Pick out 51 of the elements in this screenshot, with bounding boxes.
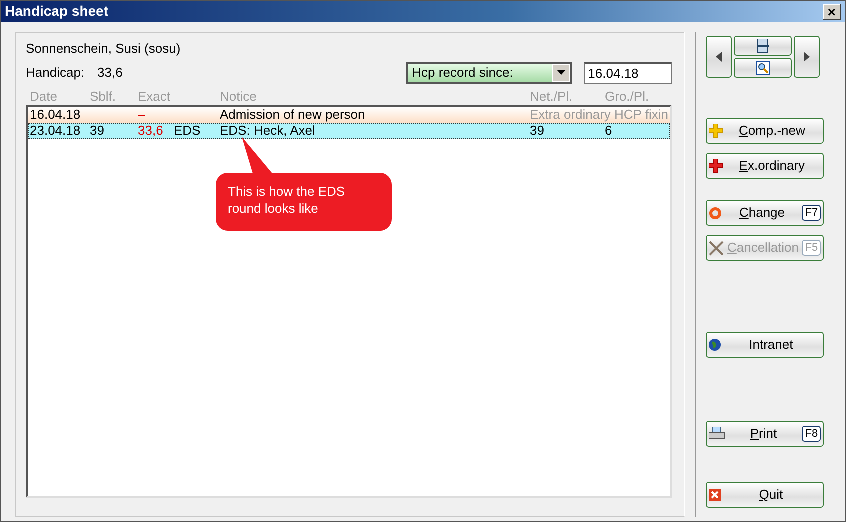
table-cell-text: 23.04.18 bbox=[30, 123, 82, 139]
handicap-value: 33,6 bbox=[98, 64, 123, 82]
column-header: Sblf. bbox=[90, 88, 118, 105]
table-cell-text: 16.04.18 bbox=[30, 107, 82, 123]
printer-icon bbox=[709, 427, 726, 441]
table-cell-text: – bbox=[138, 107, 146, 123]
column-header: Date bbox=[30, 88, 58, 105]
print-record-button[interactable] bbox=[734, 36, 792, 56]
date-field[interactable]: 16.04.18 bbox=[584, 62, 672, 84]
player-name: Sonnenschein, Susi (sosu) bbox=[26, 40, 182, 58]
table-cell-text: 39 bbox=[90, 123, 106, 139]
document-icon bbox=[757, 39, 770, 53]
action-button[interactable]: Intranet bbox=[706, 332, 824, 358]
close-button[interactable]: × bbox=[823, 4, 841, 20]
table-cell-text: EDS: Heck, Axel bbox=[220, 123, 316, 139]
ring-icon bbox=[709, 206, 722, 220]
column-header: Net./Pl. bbox=[530, 88, 574, 105]
close-icon bbox=[709, 489, 722, 501]
action-button[interactable]: Print F8 bbox=[706, 421, 824, 447]
magnifier-icon bbox=[756, 61, 770, 75]
cross-icon bbox=[709, 240, 724, 256]
window-title: Handicap sheet bbox=[5, 2, 108, 21]
column-header: Gro./Pl. bbox=[605, 88, 650, 105]
handicap-label: Handicap: bbox=[26, 64, 85, 82]
action-button[interactable]: Ex.ordinary bbox=[706, 153, 824, 179]
table-cell: Extra ordinary HCP fixin bbox=[530, 107, 668, 123]
shortcut-key: F8 bbox=[802, 426, 822, 442]
table-cell-text: 6 bbox=[605, 123, 614, 139]
left-arrow-icon bbox=[716, 52, 722, 62]
next-button[interactable] bbox=[794, 36, 820, 78]
column-header: Notice bbox=[220, 88, 258, 105]
globe-icon bbox=[709, 339, 722, 351]
filter-dropdown[interactable]: Hcp record since: bbox=[406, 62, 572, 84]
action-button[interactable]: Change F7 bbox=[706, 200, 824, 226]
column-header: Exact bbox=[138, 88, 172, 105]
table-row[interactable]: 16.04.18 – Admission of new person Extra ordinary HCP fixin bbox=[28, 107, 670, 123]
action-button[interactable]: Quit bbox=[706, 482, 824, 508]
right-arrow-icon bbox=[804, 52, 810, 62]
table-cell-text: EDS bbox=[174, 123, 202, 139]
preview-button[interactable] bbox=[734, 58, 792, 78]
action-button[interactable]: Comp.-new bbox=[706, 118, 824, 144]
plus-icon bbox=[709, 159, 724, 173]
previous-button[interactable] bbox=[706, 36, 732, 78]
dropdown-arrow-icon[interactable] bbox=[556, 70, 566, 76]
shortcut-key: F7 bbox=[802, 205, 822, 221]
table-row[interactable]: 23.04.18 39 33,6 EDS EDS: Heck, Axel 39 6 bbox=[28, 123, 670, 139]
shortcut-key: F5 bbox=[802, 240, 822, 256]
table-cell-text: 39 bbox=[530, 123, 546, 139]
table-cell-text: Admission of new person bbox=[220, 107, 366, 123]
table-cell-text: 33,6 bbox=[138, 123, 164, 139]
plus-icon bbox=[709, 124, 724, 138]
